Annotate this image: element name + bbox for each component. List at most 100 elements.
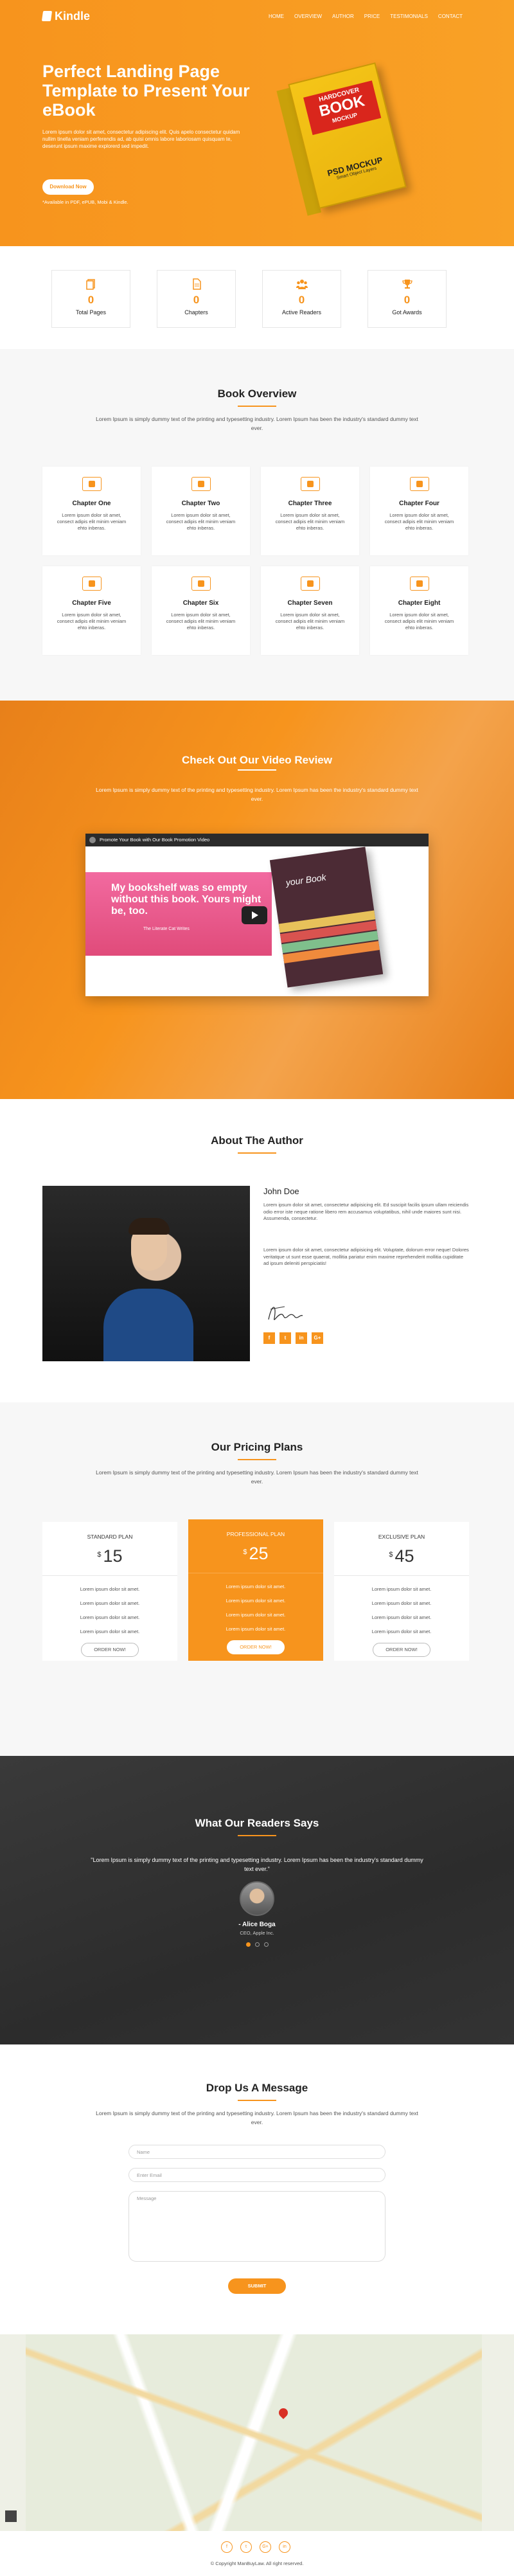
chapter-description: Lorem ipsum dolor sit amet, consect adip… xyxy=(57,512,127,531)
plan-feature: Lorem ipsum dolor sit amet. xyxy=(371,1614,432,1620)
order-now-button[interactable]: ORDER NOW! xyxy=(227,1640,285,1654)
carousel-dot-2[interactable] xyxy=(254,1942,260,1947)
testimonials-title: What Our Readers Says xyxy=(195,1817,319,1829)
logo-text: Kindle xyxy=(55,10,91,22)
plan-feature: Lorem ipsum dolor sit amet. xyxy=(226,1598,286,1604)
stat-label: Chapters xyxy=(184,309,208,316)
title-underline xyxy=(238,769,276,771)
carousel-dots xyxy=(0,1942,514,1947)
video-title-bar: Promote Your Book with Our Book Promotio… xyxy=(85,834,429,846)
chapter-card[interactable]: Chapter Four Lorem ipsum dolor sit amet, … xyxy=(370,467,468,555)
facebook-icon[interactable]: f xyxy=(263,1332,275,1344)
plan-amount: 25 xyxy=(249,1544,269,1563)
chapter-card[interactable]: Chapter One Lorem ipsum dolor sit amet, c… xyxy=(42,467,141,555)
chapter-title: Chapter Three xyxy=(288,500,332,507)
stat-active-readers: 0 Active Readers xyxy=(262,270,341,328)
menu-item-price[interactable]: PRICE xyxy=(364,13,380,19)
footer: f t G+ in © Copyright ManBuyLaw. All rig… xyxy=(0,2531,514,2576)
book-mockup-image: HARDCOVER BOOK MOCKUP PSD MOCKUP Smart Ob… xyxy=(276,61,416,225)
chapter-icon xyxy=(409,577,429,591)
carousel-dot-3[interactable] xyxy=(263,1942,269,1947)
plan-feature: Lorem ipsum dolor sit amet. xyxy=(80,1614,140,1620)
plan-exclusive: EXCLUSIVE PLAN $45 Lorem ipsum dolor sit… xyxy=(334,1522,469,1661)
chapter-description: Lorem ipsum dolor sit amet, consect adip… xyxy=(275,612,345,631)
contact-section: Drop Us A Message Lorem Ipsum is simply … xyxy=(0,2044,514,2334)
twitter-icon[interactable]: t xyxy=(279,1332,291,1344)
chapter-icon xyxy=(82,477,102,491)
stats-section: 0 Total Pages 0 Chapters 0 Active Reader… xyxy=(0,246,514,349)
chapter-card[interactable]: Chapter Two Lorem ipsum dolor sit amet, c… xyxy=(152,467,250,555)
author-title: About The Author xyxy=(211,1134,303,1147)
play-button-icon[interactable] xyxy=(242,906,267,924)
video-player[interactable]: Promote Your Book with Our Book Promotio… xyxy=(85,834,429,996)
chapter-card[interactable]: Chapter Three Lorem ipsum dolor sit amet,… xyxy=(261,467,359,555)
twitter-icon[interactable]: t xyxy=(240,2541,252,2553)
menu-item-testimonials[interactable]: TESTIMONIALS xyxy=(390,13,428,19)
copyright: © Copyright ManBuyLaw. All right reserve… xyxy=(210,2561,304,2566)
pricing-plans: STANDARD PLAN $15 Lorem ipsum dolor sit … xyxy=(42,1519,469,1661)
menu-item-contact[interactable]: CONTACT xyxy=(438,13,463,19)
video-section: Check Out Our Video Review Lorem Ipsum i… xyxy=(0,701,514,1099)
author-bio-2: Lorem ipsum dolor sit amet, consectetur … xyxy=(263,1247,469,1266)
chapter-description: Lorem ipsum dolor sit amet, consect adip… xyxy=(384,512,454,531)
linkedin-icon[interactable]: in xyxy=(296,1332,307,1344)
contact-title: Drop Us A Message xyxy=(206,2082,308,2094)
menu-item-home[interactable]: HOME xyxy=(269,13,284,19)
carousel-dot-1[interactable] xyxy=(245,1942,251,1947)
message-textarea[interactable]: Message xyxy=(128,2191,386,2262)
logo[interactable]: Kindle xyxy=(41,10,91,23)
google-plus-icon[interactable]: G+ xyxy=(260,2541,271,2553)
plan-feature: Lorem ipsum dolor sit amet. xyxy=(80,1600,140,1606)
chapter-grid: Chapter One Lorem ipsum dolor sit amet, c… xyxy=(42,467,468,655)
plan-name: STANDARD PLAN xyxy=(87,1534,133,1540)
video-book-image: your Book xyxy=(269,846,384,988)
stat-label: Got Awards xyxy=(392,309,422,316)
facebook-icon[interactable]: f xyxy=(221,2541,233,2553)
plan-standard: STANDARD PLAN $15 Lorem ipsum dolor sit … xyxy=(42,1522,177,1661)
email-input[interactable]: Enter Email xyxy=(128,2168,386,2182)
google-plus-icon[interactable]: G+ xyxy=(312,1332,323,1344)
pricing-title: Our Pricing Plans xyxy=(211,1441,303,1453)
chapter-card[interactable]: Chapter Seven Lorem ipsum dolor sit amet,… xyxy=(261,566,359,655)
chapter-description: Lorem ipsum dolor sit amet, consect adip… xyxy=(166,512,236,531)
title-underline xyxy=(238,1459,276,1460)
stat-label: Active Readers xyxy=(281,309,322,316)
chapter-icon xyxy=(191,477,211,491)
menu-item-overview[interactable]: OVERVIEW xyxy=(294,13,322,19)
chapter-card[interactable]: Chapter Eight Lorem ipsum dolor sit amet,… xyxy=(370,566,468,655)
overview-section: Book Overview Lorem Ipsum is simply dumm… xyxy=(0,349,514,701)
order-now-button[interactable]: ORDER NOW! xyxy=(373,1643,430,1657)
chapter-icon xyxy=(409,477,429,491)
plan-feature: Lorem ipsum dolor sit amet. xyxy=(371,1629,432,1634)
stat-total-pages: 0 Total Pages xyxy=(51,270,130,328)
chapter-card[interactable]: Chapter Six Lorem ipsum dolor sit amet, c… xyxy=(152,566,250,655)
plan-feature: Lorem ipsum dolor sit amet. xyxy=(226,1612,286,1618)
author-bio-1: Lorem ipsum dolor sit amet, consectetur … xyxy=(263,1202,469,1221)
plan-feature: Lorem ipsum dolor sit amet. xyxy=(226,1584,286,1589)
stat-value: 0 xyxy=(403,294,411,306)
chapter-icon xyxy=(82,577,102,591)
chapter-title: Chapter Four xyxy=(399,500,439,507)
chapter-card[interactable]: Chapter Five Lorem ipsum dolor sit amet, … xyxy=(42,566,141,655)
linkedin-icon[interactable]: in xyxy=(279,2541,290,2553)
order-now-button[interactable]: ORDER NOW! xyxy=(81,1643,139,1657)
plan-feature: Lorem ipsum dolor sit amet. xyxy=(80,1586,140,1592)
download-button[interactable]: Download Now xyxy=(42,179,94,195)
map-pin-icon[interactable] xyxy=(277,2406,290,2419)
author-photo xyxy=(42,1186,250,1361)
submit-button[interactable]: SUBMIT xyxy=(228,2278,286,2294)
map[interactable] xyxy=(26,2334,482,2531)
chapter-icon xyxy=(191,577,211,591)
navbar: Kindle HOME OVERVIEW AUTHOR PRICE TESTIM… xyxy=(0,0,514,32)
signature-image xyxy=(268,1306,303,1320)
name-input[interactable]: Name xyxy=(128,2145,386,2159)
main-menu: HOME OVERVIEW AUTHOR PRICE TESTIMONIALS … xyxy=(269,13,463,19)
plan-feature: Lorem ipsum dolor sit amet. xyxy=(80,1629,140,1634)
map-control[interactable] xyxy=(5,2510,17,2522)
plan-currency: $ xyxy=(243,1548,247,1556)
chapter-title: Chapter Six xyxy=(182,600,219,607)
pricing-subtitle: Lorem Ipsum is simply dummy text of the … xyxy=(96,1469,418,1485)
footer-socials: f t G+ in xyxy=(221,2541,290,2553)
users-icon xyxy=(296,280,308,289)
menu-item-author[interactable]: AUTHOR xyxy=(332,13,354,19)
